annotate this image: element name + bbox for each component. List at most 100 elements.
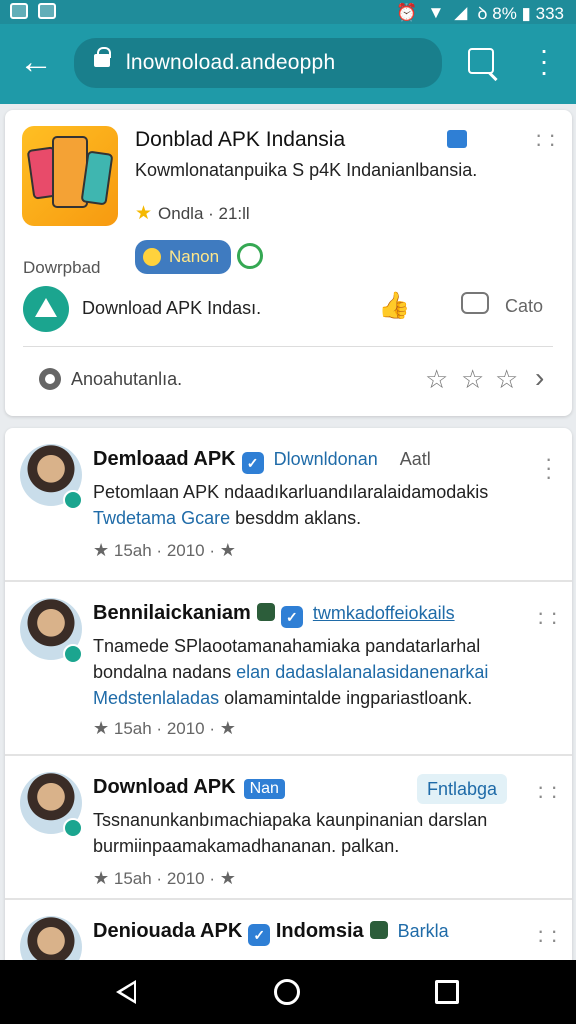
emoji-icon — [256, 603, 275, 621]
author-name: Bennilaickaniam — [93, 602, 251, 624]
star-icon[interactable]: ★ — [220, 540, 236, 560]
star-icon: ★ — [135, 203, 153, 224]
feed: Demloaad APK ✓ Dlownldonan Aatl · · · Petomla… — [5, 428, 572, 968]
post-label-pill[interactable]: Fntlabga — [417, 774, 508, 804]
post-text-part: bondalna nadans — [93, 662, 232, 682]
post-count: 2010 — [166, 719, 205, 738]
status-indicators: ⏰ ▼ ◢ ꝺ 8% ▮ 333 — [396, 1, 564, 24]
rating-text: Ondla · 21:ll — [158, 204, 250, 223]
url-field[interactable]: lnownoload.andeopph — [74, 38, 442, 88]
feed-post[interactable]: Deniouada APK ✓ Indomsia Barkla · · · · — [5, 900, 572, 968]
avatar-badge-icon — [63, 490, 83, 510]
post-tag[interactable]: Nan — [243, 779, 285, 799]
comment-label[interactable]: Cato — [505, 296, 543, 317]
post-text: burmiinpaamakamadhananan. palkan. — [93, 836, 400, 856]
more-options-icon[interactable]: · · · · — [535, 124, 556, 155]
app-notification-icon — [38, 3, 56, 19]
browser-toolbar: ← lnownoload.andeopph · · · — [0, 24, 576, 104]
star-icon[interactable]: ★ — [220, 868, 236, 888]
nation-label: Nanon — [169, 247, 220, 266]
post-text: bondalna nadans elan dadaslalanalasidane… — [93, 662, 488, 683]
app-rating: ★ Ondla · 21:ll — [135, 202, 250, 225]
star-icon[interactable]: ★ — [220, 718, 236, 738]
app-icon[interactable] — [22, 126, 118, 226]
feed-post[interactable]: Download APK Nan Fntlabga · · · · Tssnanun… — [5, 756, 572, 896]
post-meta: ★ 15ah · 2010 · ★ — [93, 718, 236, 738]
status-bar: ⏰ ▼ ◢ ꝺ 8% ▮ 333 — [0, 0, 576, 24]
nation-button[interactable]: Nanon — [135, 240, 232, 274]
post-link[interactable]: elan dadaslalanalasidanenarkai — [236, 662, 488, 682]
verified-icon: ✓ — [248, 924, 271, 946]
author-name: Demloaad APK — [93, 448, 236, 470]
search-icon[interactable] — [39, 368, 61, 390]
system-nav-bar — [0, 960, 576, 1024]
author-name: Download APK — [93, 776, 236, 798]
overflow-menu-icon[interactable]: · · · — [532, 36, 556, 86]
post-text: Tnamede SPlaootamanahamiaka pandatarlarh… — [93, 636, 481, 656]
star-outline-icon[interactable]: ☆ — [425, 364, 448, 395]
more-options-icon[interactable]: · · · · — [537, 602, 558, 633]
flag-icon — [143, 248, 161, 266]
more-options-icon[interactable]: · · · — [545, 448, 552, 488]
post-author[interactable]: Deniouada APK ✓ Indomsia Barkla — [93, 920, 449, 946]
post-text-part: olamamintalde ingpariastloank. — [224, 688, 473, 708]
whatsapp-icon[interactable] — [237, 243, 263, 269]
phone-illustration — [80, 150, 114, 206]
avatar-badge-icon — [63, 644, 83, 664]
post-text: Petomlaan APK ndaadıkarluandılaralaidamo… — [93, 482, 489, 502]
post-time: 15ah — [113, 869, 152, 888]
feed-post[interactable]: Demloaad APK ✓ Dlownldonan Aatl · · · Petomla… — [5, 428, 572, 580]
star-outline-icon[interactable]: ☆ — [461, 364, 484, 395]
star-icon[interactable]: ★ — [93, 868, 109, 888]
star-icon[interactable]: ★ — [93, 718, 109, 738]
nav-back-icon[interactable] — [116, 980, 136, 1004]
post-tag[interactable]: twmkadoffeiokails — [313, 603, 455, 623]
brand-name[interactable]: Download APK Indası. — [82, 298, 261, 319]
post-link[interactable]: Gcare — [181, 508, 230, 528]
tabs-icon[interactable] — [468, 48, 494, 74]
post-author[interactable]: Bennilaickaniam ✓ twmkadoffeiokails — [93, 602, 455, 628]
verified-icon: ✓ — [280, 606, 303, 628]
alarm-icon: ⏰ — [396, 2, 418, 22]
post-time: 15ah — [113, 541, 152, 560]
post-text: Tssnanunkanbımachiapaka kaunpinanian dar… — [93, 810, 488, 830]
lock-icon — [94, 47, 111, 67]
brand-logo-icon[interactable] — [23, 286, 69, 332]
post-text: Twdetama Gcare besddm aklans. — [93, 508, 361, 529]
author-name: Deniouada APK — [93, 920, 243, 942]
signal-icon: ◢ — [454, 2, 468, 22]
post-text-tail: besddm aklans. — [235, 508, 362, 528]
star-outline-icon[interactable]: ☆ — [495, 364, 518, 395]
chevron-right-icon[interactable]: › — [535, 362, 544, 394]
app-card[interactable]: Donblad APK Indansia · · · · Kowmlonatanp… — [5, 110, 572, 416]
back-arrow-icon[interactable]: ← — [14, 45, 58, 82]
post-meta: ★ 15ah · 2010 · ★ — [93, 540, 236, 560]
search-label[interactable]: Anoahutanlıa. — [71, 369, 182, 390]
bookmark-icon[interactable] — [447, 130, 467, 148]
post-tag[interactable]: Dlownldonan — [274, 449, 378, 469]
post-author[interactable]: Download APK Nan — [93, 776, 285, 799]
wifi-icon: ▼ — [427, 2, 445, 22]
image-notification-icon — [10, 3, 28, 19]
emoji-icon — [369, 921, 388, 939]
nav-home-icon[interactable] — [274, 979, 300, 1005]
post-author[interactable]: Demloaad APK ✓ Dlownldonan Aatl — [93, 448, 431, 474]
nav-recents-icon[interactable] — [435, 980, 459, 1004]
post-link[interactable]: Medstenlaladas — [93, 688, 219, 708]
more-options-icon[interactable]: · · · · — [537, 776, 558, 807]
post-tag-secondary: Aatl — [399, 449, 431, 469]
author-location: Indomsia — [275, 920, 364, 942]
feed-post[interactable]: Bennilaickaniam ✓ twmkadoffeiokails · · · ·… — [5, 582, 572, 752]
post-text: Medstenlaladas olamamintalde ingpariastl… — [93, 688, 472, 709]
more-options-icon[interactable]: · · · · — [537, 920, 558, 951]
comment-icon[interactable] — [461, 292, 489, 314]
verified-icon: ✓ — [241, 452, 264, 474]
star-icon[interactable]: ★ — [93, 540, 109, 560]
status-text: ꝺ 8% ▮ 333 — [477, 4, 564, 23]
avatar-badge-icon — [63, 818, 83, 838]
download-label: Dowrpbad — [23, 258, 101, 277]
url-text: lnownoload.andeopph — [126, 51, 336, 74]
post-tag[interactable]: Barkla — [398, 921, 449, 941]
post-link[interactable]: Twdetama — [93, 508, 176, 528]
thumbs-up-icon[interactable]: 👍 — [378, 290, 410, 320]
